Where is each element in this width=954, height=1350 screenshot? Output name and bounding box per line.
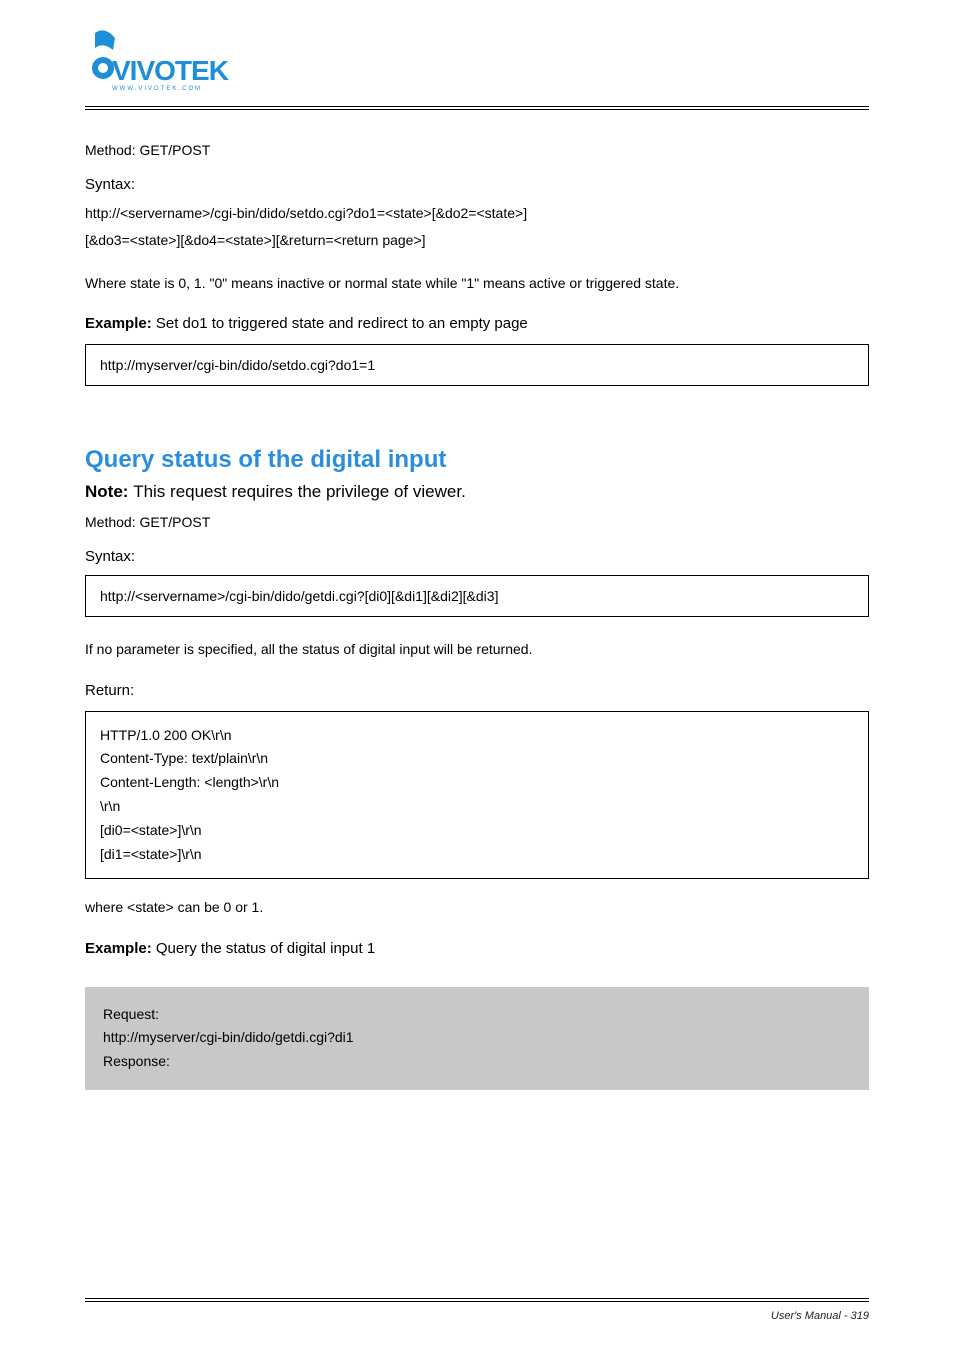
syntax-label-2: Syntax:	[85, 548, 869, 565]
return-line-0: HTTP/1.0 200 OK\r\n	[100, 724, 854, 748]
syntax-line-2: http://<servername>/cgi-bin/dido/getdi.c…	[100, 588, 498, 604]
return-box: HTTP/1.0 200 OK\r\n Content-Type: text/p…	[85, 711, 869, 880]
return-line-1: Content-Type: text/plain\r\n	[100, 747, 854, 771]
param-text-3: where <state> can be 0 or 1.	[85, 897, 869, 917]
example-word-2: Example:	[85, 940, 152, 957]
gray-line-3: Response:	[103, 1050, 851, 1074]
return-line-2: Content-Length: <length>\r\n	[100, 771, 854, 795]
note-heading: Note: This request requires the privileg…	[85, 482, 869, 502]
example-code-box-1: http://myserver/cgi-bin/dido/setdo.cgi?d…	[85, 344, 869, 386]
param-text-1: Where state is 0, 1. "0" means inactive …	[85, 273, 869, 293]
gray-line-0: Request:	[103, 1003, 851, 1027]
return-line-3: \r\n	[100, 795, 854, 819]
footer-right: User's Manual - 319	[771, 1310, 869, 1322]
svg-text:WWW.VIVOTEK.COM: WWW.VIVOTEK.COM	[112, 86, 202, 92]
request-response-box: Request: http://myserver/cgi-bin/dido/ge…	[85, 987, 869, 1090]
syntax-line-1a: http://<servername>/cgi-bin/dido/setdo.c…	[85, 203, 869, 224]
example-word-1: Example:	[85, 315, 152, 332]
method-text-1: Method: GET/POST	[85, 142, 869, 158]
syntax-label-1: Syntax:	[85, 176, 869, 193]
note-body: This request requires the privilege of v…	[133, 482, 466, 501]
syntax-box-2: http://<servername>/cgi-bin/dido/getdi.c…	[85, 575, 869, 617]
example-label-1: Example: Set do1 to triggered state and …	[85, 315, 869, 332]
example-desc-1: Set do1 to triggered state and redirect …	[156, 315, 528, 332]
footer-rule	[85, 1298, 869, 1302]
example-desc-2: Query the status of digital input 1	[156, 940, 375, 957]
section-heading: Query status of the digital input	[85, 446, 869, 474]
example-code-1: http://myserver/cgi-bin/dido/setdo.cgi?d…	[100, 357, 375, 373]
logo-container: VIVOTEK WWW.VIVOTEK.COM	[85, 28, 869, 98]
method-text-2: Method: GET/POST	[85, 514, 869, 530]
vivotek-logo: VIVOTEK WWW.VIVOTEK.COM	[85, 28, 235, 98]
svg-text:VIVOTEK: VIVOTEK	[112, 55, 229, 86]
gray-line-1: http://myserver/cgi-bin/dido/getdi.cgi?d…	[103, 1026, 851, 1050]
note-label: Note:	[85, 482, 128, 501]
return-line-5: [di1=<state>]\r\n	[100, 843, 854, 867]
return-line-4: [di0=<state>]\r\n	[100, 819, 854, 843]
param-text-2: If no parameter is specified, all the st…	[85, 639, 869, 659]
return-label: Return:	[85, 682, 869, 699]
header-rule	[85, 106, 869, 110]
syntax-line-1b: [&do3=<state>][&do4=<state>][&return=<re…	[85, 230, 869, 251]
example-label-2: Example: Query the status of digital inp…	[85, 940, 869, 957]
page-footer: User's Manual - 319	[85, 1298, 869, 1322]
